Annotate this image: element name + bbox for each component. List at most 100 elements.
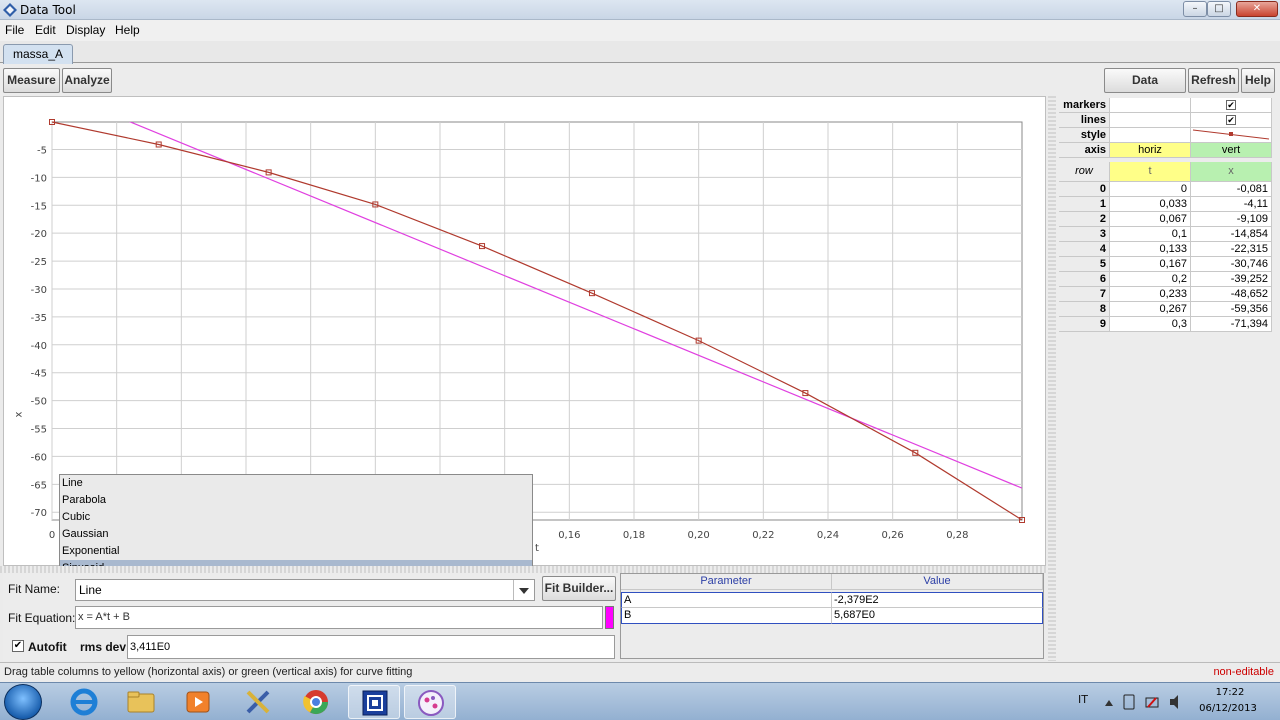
param-row-name[interactable]: A: [621, 592, 832, 608]
language-indicator[interactable]: IT: [1078, 693, 1088, 706]
menu-display[interactable]: Display: [66, 23, 105, 37]
row-index[interactable]: 7: [1059, 287, 1110, 302]
x-tick-label: 0,20: [688, 530, 710, 541]
t-value-cell[interactable]: 0,167: [1110, 257, 1191, 272]
markers-label: markers: [1059, 98, 1110, 113]
x-value-cell[interactable]: -48,652: [1191, 287, 1272, 302]
internet-explorer-taskbar-icon[interactable]: [58, 685, 110, 719]
fit-builder-button[interactable]: Fit Builder...: [542, 576, 616, 601]
t-value-cell[interactable]: 0,2: [1110, 272, 1191, 287]
style-x-cell[interactable]: [1191, 128, 1272, 143]
data-tool-taskbar-icon[interactable]: [404, 685, 456, 719]
row-index[interactable]: 6: [1059, 272, 1110, 287]
t-value-cell[interactable]: 0,267: [1110, 302, 1191, 317]
x-value-cell[interactable]: -14,854: [1191, 227, 1272, 242]
close-button[interactable]: ✕: [1236, 1, 1278, 17]
t-value-cell[interactable]: 0,133: [1110, 242, 1191, 257]
menu-help[interactable]: Help: [115, 23, 140, 37]
media-player-taskbar-icon[interactable]: [172, 685, 224, 719]
window-title: Data Tool: [20, 3, 76, 17]
x-value-cell[interactable]: -30,746: [1191, 257, 1272, 272]
tool-taskbar-icon[interactable]: [232, 685, 284, 719]
y-tick-label: -20: [31, 229, 47, 240]
y-axis-label: x: [13, 411, 25, 418]
x-value-cell[interactable]: -22,315: [1191, 242, 1272, 257]
t-value-cell[interactable]: 0,033: [1110, 197, 1191, 212]
horizontal-splitter[interactable]: [0, 566, 1048, 573]
tab-massa-a[interactable]: massa_A: [3, 44, 73, 64]
x-value-cell[interactable]: -71,394: [1191, 317, 1272, 332]
t-value-cell[interactable]: 0,067: [1110, 212, 1191, 227]
menu-bar: File Edit Display Help: [0, 20, 1280, 41]
fit-option-parabola[interactable]: Parabola: [60, 492, 532, 509]
vertical-splitter[interactable]: [1048, 96, 1056, 661]
markers-x-cell[interactable]: ✔: [1191, 98, 1272, 113]
t-value-cell[interactable]: 0,1: [1110, 227, 1191, 242]
x-value-cell[interactable]: -59,356: [1191, 302, 1272, 317]
fit-option-line[interactable]: Line: [60, 475, 532, 492]
fit-option-cubic[interactable]: Cubic: [60, 509, 532, 526]
minimize-button[interactable]: –: [1183, 1, 1207, 17]
y-tick-label: -55: [31, 425, 47, 436]
t-value-cell[interactable]: 0: [1110, 182, 1191, 197]
data-builder-button[interactable]: Data Builder...: [1104, 68, 1186, 110]
chrome-taskbar-icon[interactable]: [290, 685, 342, 719]
fit-color-swatch[interactable]: [605, 606, 614, 629]
clock-date[interactable]: 06/12/2013: [1196, 703, 1260, 714]
measure-button[interactable]: Measure: [3, 68, 60, 93]
markers-checkbox[interactable]: ✔: [1226, 100, 1236, 111]
title-bar: Data Tool – □ ✕: [0, 0, 1280, 20]
menu-edit[interactable]: Edit: [35, 23, 56, 37]
row-index[interactable]: 5: [1059, 257, 1110, 272]
menu-file[interactable]: File: [5, 23, 24, 37]
row-header: row: [1059, 162, 1110, 182]
x-tick-label: 0,16: [558, 530, 580, 541]
x-value-cell[interactable]: -9,109: [1191, 212, 1272, 227]
lines-x-cell[interactable]: ✔: [1191, 113, 1272, 128]
param-row-value[interactable]: 5,687E0: [832, 608, 1043, 624]
row-index[interactable]: 2: [1059, 212, 1110, 227]
fit-equation-field[interactable]: x = A*t + B: [75, 606, 603, 629]
markers-t-cell: [1110, 98, 1191, 113]
fit-option-gaussian[interactable]: Gaussian: [60, 526, 532, 543]
t-value-cell[interactable]: 0,233: [1110, 287, 1191, 302]
param-row-name[interactable]: B: [621, 608, 832, 624]
row-index[interactable]: 9: [1059, 317, 1110, 332]
row-index[interactable]: 0: [1059, 182, 1110, 197]
explorer-taskbar-icon[interactable]: [115, 685, 167, 719]
maximize-button[interactable]: □: [1207, 1, 1231, 17]
t-column-header[interactable]: t: [1110, 162, 1191, 182]
row-index[interactable]: 8: [1059, 302, 1110, 317]
row-index[interactable]: 3: [1059, 227, 1110, 242]
analyze-button[interactable]: Analyze: [62, 68, 112, 93]
parameter-table: Parameter Value A -2,379E2 B 5,687E0: [620, 573, 1044, 659]
autofit-checkbox[interactable]: ✔: [12, 640, 24, 652]
fit-option-exponential[interactable]: Exponential: [60, 543, 532, 560]
row-index[interactable]: 4: [1059, 242, 1110, 257]
param-row-value[interactable]: -2,379E2: [832, 592, 1043, 608]
system-tray-icons[interactable]: [1100, 692, 1190, 712]
x-value-cell[interactable]: -0,081: [1191, 182, 1272, 197]
row-index[interactable]: 1: [1059, 197, 1110, 212]
axis-horiz-cell[interactable]: horiz: [1110, 143, 1191, 158]
start-button[interactable]: [4, 684, 42, 720]
y-tick-label: -70: [31, 508, 47, 519]
x-tick-label: 0: [49, 530, 55, 541]
status-bar: Drag table columns to yellow (horizontal…: [0, 662, 1280, 682]
help-button[interactable]: Help: [1241, 68, 1275, 93]
refresh-button[interactable]: Refresh: [1188, 68, 1239, 93]
fit-name-dropdown-list[interactable]: Line Parabola Cubic Gaussian Exponential…: [59, 474, 533, 577]
y-tick-label: -40: [31, 341, 47, 352]
clock-time[interactable]: 17:22: [1200, 687, 1260, 698]
t-value-cell[interactable]: 0,3: [1110, 317, 1191, 332]
windows-taskbar: IT 17:22 06/12/2013: [0, 682, 1280, 720]
x-value-cell[interactable]: -39,252: [1191, 272, 1272, 287]
x-value-cell[interactable]: -4,11: [1191, 197, 1272, 212]
axis-vert-cell[interactable]: vert: [1191, 143, 1272, 158]
style-t-cell: [1110, 128, 1191, 143]
tracker-taskbar-icon[interactable]: [348, 685, 400, 719]
lines-checkbox[interactable]: ✔: [1226, 115, 1236, 126]
chevron-down-icon[interactable]: [513, 580, 533, 600]
x-column-header[interactable]: x: [1191, 162, 1272, 182]
fit-name-select[interactable]: Line: [75, 579, 535, 601]
